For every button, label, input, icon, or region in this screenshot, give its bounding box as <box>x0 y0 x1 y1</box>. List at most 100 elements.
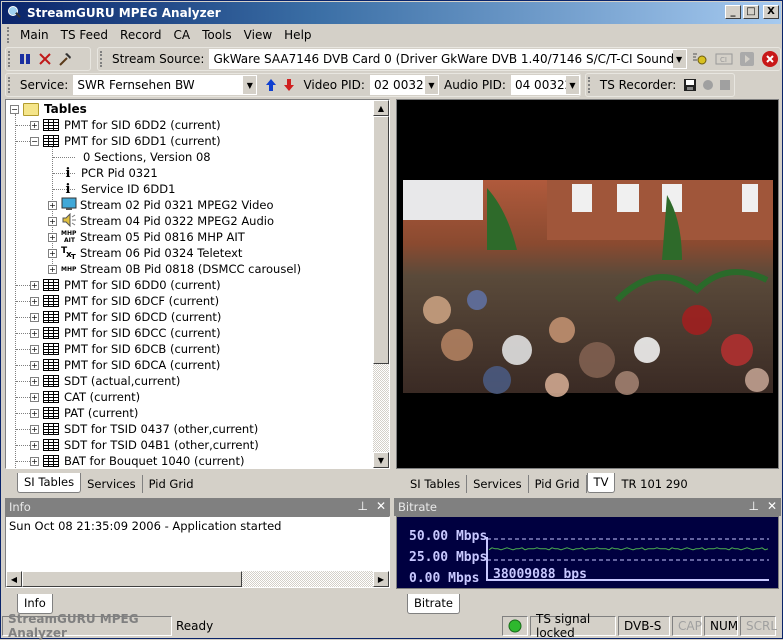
tree-node[interactable]: + PAT (current) <box>30 405 138 421</box>
tree-node[interactable]: + Stream 04 Pid 0322 MPEG2 Audio <box>48 212 274 229</box>
menu-ca[interactable]: CA <box>168 28 197 42</box>
expand-icon[interactable]: + <box>30 296 39 306</box>
save-recording-button[interactable] <box>681 75 699 95</box>
record-button[interactable] <box>699 75 717 95</box>
scroll-thumb[interactable] <box>373 116 389 364</box>
tree-node[interactable]: + MHP Stream 0B Pid 0818 (DSMCC carousel) <box>48 261 301 277</box>
tab-bitrate[interactable]: Bitrate <box>407 594 460 614</box>
stop-recording-button[interactable] <box>716 75 734 95</box>
tree-node[interactable]: 0 Sections, Version 08 <box>48 149 211 165</box>
close-pane-icon[interactable]: ✕ <box>376 499 386 513</box>
collapse-icon[interactable]: − <box>10 104 19 114</box>
next-service-button[interactable] <box>280 75 299 95</box>
tab-info[interactable]: Info <box>17 594 53 614</box>
previous-service-button[interactable] <box>261 75 280 95</box>
tree-node[interactable]: + CAT (current) <box>30 389 140 405</box>
pin-icon[interactable]: ⊥ <box>748 499 758 513</box>
stop-button[interactable] <box>35 49 55 69</box>
expand-icon[interactable]: + <box>30 456 39 466</box>
menu-help[interactable]: Help <box>278 28 317 42</box>
tree-node[interactable]: + SDT (actual,current) <box>30 373 180 389</box>
tree-root[interactable]: − Tables <box>10 101 87 117</box>
audio-pid-select[interactable]: 04 00322 ▼ <box>510 75 580 95</box>
expand-icon[interactable]: + <box>30 312 39 322</box>
chevron-down-icon[interactable]: ▼ <box>565 76 579 94</box>
h-scroll-thumb[interactable] <box>22 571 242 587</box>
tree-node[interactable]: + PMT for SID 6DCB (current) <box>30 341 220 357</box>
expand-icon[interactable]: + <box>30 376 39 386</box>
close-button[interactable]: X <box>763 5 779 19</box>
tree-node-label: PMT for SID 6DCF (current) <box>64 294 220 308</box>
collapse-icon[interactable]: − <box>30 136 39 146</box>
info-horizontal-scrollbar[interactable]: ◀ ▶ <box>6 571 389 587</box>
tree-node[interactable]: + PMT for SID 6DCA (current) <box>30 357 220 373</box>
tab-si-tables-right[interactable]: SI Tables <box>404 475 468 493</box>
expand-icon[interactable]: + <box>30 280 39 290</box>
expand-icon[interactable]: + <box>30 392 39 402</box>
scroll-left-button[interactable]: ◀ <box>6 571 22 587</box>
tree-node[interactable]: + PMT for SID 6DD2 (current) <box>30 117 221 133</box>
minimize-button[interactable]: _ <box>725 5 741 19</box>
expand-icon[interactable]: + <box>30 440 39 450</box>
tab-pid-grid[interactable]: Pid Grid <box>143 475 200 493</box>
ci-button[interactable]: CI <box>714 49 734 69</box>
menu-main[interactable]: Main <box>14 28 55 42</box>
tree-node[interactable]: i Service ID 6DD1 <box>48 181 176 197</box>
tab-services-right[interactable]: Services <box>467 475 529 493</box>
tree-vertical-scrollbar[interactable]: ▲ ▼ <box>373 100 389 468</box>
tools-button[interactable] <box>55 49 75 69</box>
tree-node[interactable]: + PMT for SID 6DCF (current) <box>30 293 219 309</box>
scroll-right-button[interactable]: ▶ <box>373 571 389 587</box>
tab-services[interactable]: Services <box>81 475 143 493</box>
video-pid-select[interactable]: 02 00321 ▼ <box>369 75 439 95</box>
tree-node[interactable]: + SDT for TSID 0437 (other,current) <box>30 421 258 437</box>
expand-icon[interactable]: + <box>30 344 39 354</box>
expand-icon[interactable]: + <box>48 248 57 258</box>
disconnect-button[interactable] <box>761 49 780 69</box>
tv-video-view[interactable] <box>396 99 779 469</box>
pin-icon[interactable]: ⊥ <box>357 499 367 513</box>
expand-icon[interactable]: + <box>30 328 39 338</box>
chevron-down-icon[interactable]: ▼ <box>672 50 686 68</box>
pause-button[interactable] <box>15 49 35 69</box>
tab-tr-101-290[interactable]: TR 101 290 <box>615 475 693 493</box>
scroll-down-button[interactable]: ▼ <box>373 452 389 468</box>
expand-icon[interactable]: + <box>48 232 57 242</box>
tree-node[interactable]: + PMT for SID 6DCC (current) <box>30 325 221 341</box>
tree-node[interactable]: + BAT for Bouquet 1040 (current) <box>30 453 244 468</box>
expand-icon[interactable]: + <box>30 424 39 434</box>
expand-icon[interactable]: + <box>48 264 57 274</box>
tab-pid-grid-right[interactable]: Pid Grid <box>529 475 587 493</box>
svg-text:T: T <box>71 253 76 259</box>
tree-node[interactable]: + MHP AIT Stream 05 Pid 0816 MHP AIT <box>48 229 245 245</box>
scroll-up-button[interactable]: ▲ <box>373 100 389 116</box>
expand-icon[interactable]: + <box>30 360 39 370</box>
menu-tools[interactable]: Tools <box>196 28 238 42</box>
maximize-button[interactable]: □ <box>743 5 759 19</box>
menu-record[interactable]: Record <box>114 28 167 42</box>
expand-icon[interactable]: + <box>30 408 39 418</box>
expand-icon[interactable]: + <box>48 216 57 226</box>
service-select[interactable]: SWR Fernsehen BW ▼ <box>73 75 258 95</box>
tree-node[interactable]: + Stream 02 Pid 0321 MPEG2 Video <box>48 197 274 213</box>
tree-node[interactable]: − PMT for SID 6DD1 (current) <box>30 133 221 149</box>
close-pane-icon[interactable]: ✕ <box>767 499 777 513</box>
expand-icon[interactable]: + <box>48 200 57 210</box>
chevron-down-icon[interactable]: ▼ <box>243 76 257 94</box>
tree-node[interactable]: + SDT for TSID 04B1 (other,current) <box>30 437 259 453</box>
menu-ts-feed[interactable]: TS Feed <box>55 28 114 42</box>
tab-tv[interactable]: TV <box>586 473 616 493</box>
tree-node-label: SDT for TSID 04B1 (other,current) <box>64 438 259 452</box>
stream-source-select[interactable]: GkWare SAA7146 DVB Card 0 (Driver GkWare… <box>209 49 687 69</box>
tree-node[interactable]: + PMT for SID 6DCD (current) <box>30 309 221 325</box>
tree-node[interactable]: i PCR Pid 0321 <box>48 165 158 181</box>
tree-node[interactable]: + Tx T Stream 06 Pid 0324 Teletext <box>48 245 242 261</box>
scan-button[interactable] <box>691 49 710 69</box>
chevron-down-icon[interactable]: ▼ <box>424 76 438 94</box>
tree-node[interactable]: + PMT for SID 6DD0 (current) <box>30 277 221 293</box>
play-button[interactable] <box>738 49 757 69</box>
svg-text:MHP: MHP <box>61 266 77 273</box>
menu-view[interactable]: View <box>238 28 278 42</box>
tab-si-tables[interactable]: SI Tables <box>17 473 82 493</box>
expand-icon[interactable]: + <box>30 120 39 130</box>
